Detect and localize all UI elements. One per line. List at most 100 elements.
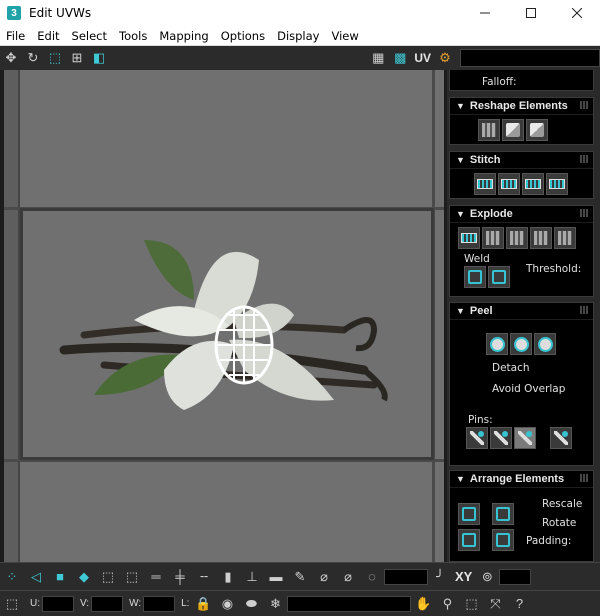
maximize-button[interactable] bbox=[508, 0, 554, 26]
arrange-header[interactable]: ▼ Arrange Elements bbox=[450, 471, 593, 488]
zoom-extents-button[interactable]: ⤧ bbox=[485, 594, 505, 614]
reset-peel-button[interactable] bbox=[534, 333, 556, 355]
weld-selected-button[interactable] bbox=[464, 266, 486, 288]
straighten-button[interactable] bbox=[478, 119, 500, 141]
lock-selection-button[interactable]: 🔒 bbox=[193, 594, 213, 614]
auto-pin-button[interactable] bbox=[514, 427, 536, 449]
shrink-selection-button[interactable]: ⬚ bbox=[122, 567, 142, 587]
uv-viewport[interactable] bbox=[4, 70, 444, 562]
rotate-tool-button[interactable]: ↻ bbox=[24, 49, 42, 67]
pack-together-button[interactable] bbox=[458, 529, 480, 551]
freeform-tool-button[interactable]: ⊞ bbox=[68, 49, 86, 67]
zoom-region-button[interactable]: ⬚ bbox=[461, 594, 481, 614]
collapse-icon: ▼ bbox=[456, 306, 465, 316]
soft-selection-button[interactable]: ◌ bbox=[362, 567, 382, 587]
freeform-icon: ⊞ bbox=[71, 50, 83, 65]
move-tool-button[interactable]: ✥ bbox=[2, 49, 20, 67]
selection-field[interactable] bbox=[287, 595, 412, 612]
reshape-header[interactable]: ▼ Reshape Elements bbox=[450, 98, 593, 115]
loop-button[interactable]: ═ bbox=[146, 567, 166, 587]
stitch-average-button[interactable] bbox=[522, 173, 544, 195]
unpin-button[interactable] bbox=[490, 427, 512, 449]
weld-target-button[interactable] bbox=[488, 266, 510, 288]
weld-label: Weld bbox=[464, 253, 490, 265]
menu-edit[interactable]: Edit bbox=[31, 29, 65, 43]
menu-mapping[interactable]: Mapping bbox=[153, 29, 214, 43]
rescale-label[interactable]: Rescale bbox=[542, 498, 582, 510]
menu-options[interactable]: Options bbox=[215, 29, 271, 43]
menu-file[interactable]: File bbox=[0, 29, 31, 43]
falloff-curve-button[interactable]: ╯ bbox=[430, 567, 450, 587]
mirror-tool-button[interactable]: ◧ bbox=[90, 49, 108, 67]
paint-shrink-button[interactable]: ⌀ bbox=[338, 567, 358, 587]
maximize-icon bbox=[526, 8, 536, 18]
grow-selection-button[interactable]: ⬚ bbox=[98, 567, 118, 587]
select-pins-button[interactable] bbox=[550, 427, 572, 449]
checker-button[interactable]: ▦ bbox=[369, 49, 387, 67]
transform-type-button[interactable]: ⬚ bbox=[2, 594, 22, 614]
break-button[interactable] bbox=[458, 227, 480, 249]
pack-normalize-button[interactable] bbox=[492, 503, 514, 525]
pin-button[interactable] bbox=[466, 427, 488, 449]
menu-tools[interactable]: Tools bbox=[113, 29, 153, 43]
minimize-button[interactable] bbox=[462, 0, 508, 26]
align-vertical-button[interactable]: ▮ bbox=[218, 567, 238, 587]
avoid-overlap-label[interactable]: Avoid Overlap bbox=[492, 383, 565, 395]
ring-button[interactable]: ╪ bbox=[170, 567, 190, 587]
menu-display[interactable]: Display bbox=[271, 29, 325, 43]
flatten-button[interactable] bbox=[506, 227, 528, 249]
menu-view[interactable]: View bbox=[325, 29, 364, 43]
rollout-stitch: ▼ Stitch bbox=[449, 151, 594, 199]
stitch-target-button[interactable] bbox=[546, 173, 568, 195]
hide-button[interactable]: ◉ bbox=[217, 594, 237, 614]
weld-selected-icon bbox=[468, 270, 482, 284]
quick-peel-button[interactable] bbox=[486, 333, 508, 355]
v-field[interactable] bbox=[91, 595, 124, 612]
explode-header[interactable]: ▼ Explode bbox=[450, 206, 593, 223]
scale-tool-button[interactable]: ⬚ bbox=[46, 49, 64, 67]
flatten-by-smoothing-button[interactable] bbox=[530, 227, 552, 249]
close-button[interactable] bbox=[554, 0, 600, 26]
menu-select[interactable]: Select bbox=[66, 29, 113, 43]
edge-mode-button[interactable]: ◁ bbox=[26, 567, 46, 587]
paint-select-button[interactable]: ✎ bbox=[290, 567, 310, 587]
align-horizontal-button[interactable]: ⊥ bbox=[242, 567, 262, 587]
u-field[interactable] bbox=[42, 595, 74, 612]
align-u-button[interactable]: ▬ bbox=[266, 567, 286, 587]
zoom-button[interactable]: ⚲ bbox=[437, 594, 457, 614]
unhide-button[interactable]: ⬬ bbox=[241, 594, 261, 614]
falloff-field[interactable] bbox=[384, 568, 428, 585]
texture-settings-button[interactable]: ⚙ bbox=[436, 49, 454, 67]
element-mode-button[interactable]: ◆ bbox=[74, 567, 94, 587]
peel-mode-icon bbox=[513, 336, 529, 352]
rotate-label[interactable]: Rotate bbox=[542, 517, 576, 529]
paint-grow-button[interactable]: ⌀ bbox=[314, 567, 334, 587]
detach-edge-button[interactable] bbox=[482, 227, 504, 249]
texture-dropdown[interactable] bbox=[460, 49, 600, 67]
relax-settings-button[interactable] bbox=[526, 119, 548, 141]
explode-title: Explode bbox=[469, 208, 513, 220]
peel-header[interactable]: ▼ Peel bbox=[450, 303, 593, 320]
uv-space-button[interactable]: ⊚ bbox=[477, 567, 497, 587]
threshold-label: Threshold: bbox=[526, 263, 582, 275]
pack-custom-button[interactable] bbox=[458, 503, 480, 525]
snowflake-icon: ❄ bbox=[270, 595, 281, 611]
flatten-by-material-button[interactable] bbox=[554, 227, 576, 249]
stitch-custom-button[interactable] bbox=[474, 173, 496, 195]
loop-grow-button[interactable]: ╌ bbox=[194, 567, 214, 587]
stitch-source-button[interactable] bbox=[498, 173, 520, 195]
w-field[interactable] bbox=[143, 595, 176, 612]
pan-button[interactable]: ✋ bbox=[413, 594, 433, 614]
relax-button[interactable] bbox=[502, 119, 524, 141]
pack-group-button[interactable] bbox=[492, 529, 514, 551]
space-field[interactable] bbox=[499, 568, 532, 585]
stitch-header[interactable]: ▼ Stitch bbox=[450, 152, 593, 169]
polygon-mode-button[interactable]: ■ bbox=[50, 567, 70, 587]
show-map-button[interactable]: ▩ bbox=[391, 49, 409, 67]
help-button[interactable]: ? bbox=[509, 594, 529, 614]
shrink-icon: ⬚ bbox=[125, 568, 139, 584]
freeze-button[interactable]: ❄ bbox=[265, 594, 285, 614]
detach-label[interactable]: Detach bbox=[492, 362, 530, 374]
peel-mode-button[interactable] bbox=[510, 333, 532, 355]
vertex-mode-button[interactable]: ⁘ bbox=[2, 567, 22, 587]
